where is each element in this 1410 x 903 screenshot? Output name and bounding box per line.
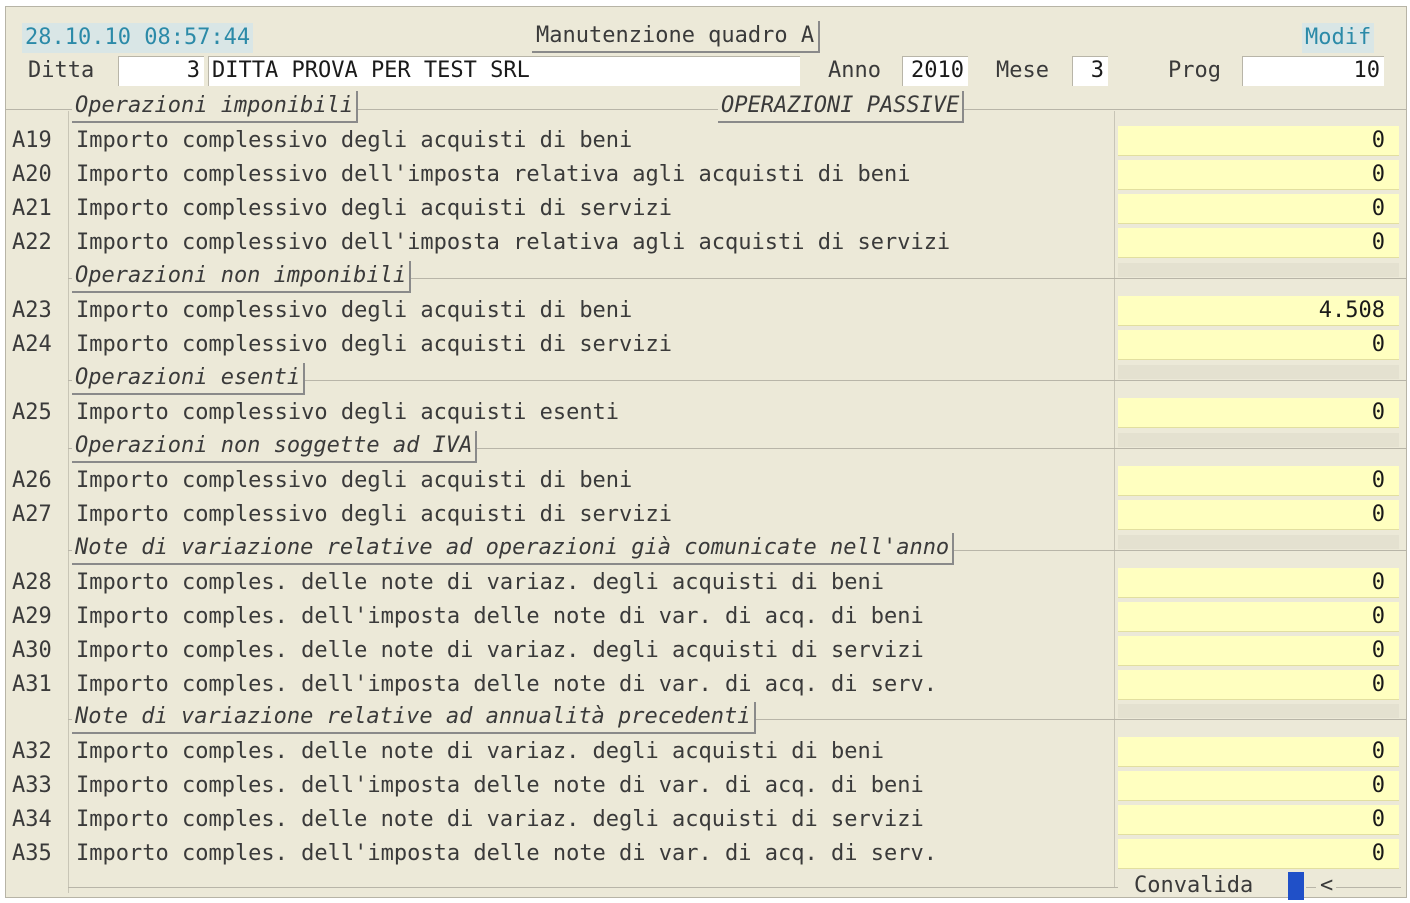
amount-field-a21[interactable]: 0 xyxy=(1118,194,1399,224)
ditta-label: Ditta xyxy=(28,58,95,83)
amount-field-a25[interactable]: 0 xyxy=(1118,398,1399,428)
row-code: A24 xyxy=(12,332,52,357)
row-description: Importo comples. dell'imposta delle note… xyxy=(76,841,937,866)
row-code: A33 xyxy=(12,773,52,798)
amount-field-a35[interactable]: 0 xyxy=(1118,839,1399,869)
row-description: Importo complessivo degli acquisti di be… xyxy=(76,468,633,493)
row-code: A19 xyxy=(12,128,52,153)
row-code: A27 xyxy=(12,502,52,527)
datetime-display: 28.10.10 08:57:44 xyxy=(22,23,254,53)
row-description: Importo complessivo degli acquisti esent… xyxy=(76,400,620,425)
row-code: A31 xyxy=(12,672,52,697)
row-description: Importo complessivo dell'imposta relativ… xyxy=(76,162,911,187)
amount-field-a24[interactable]: 0 xyxy=(1118,330,1399,360)
prog-field[interactable]: 10 xyxy=(1242,56,1384,86)
amount-field-a23[interactable]: 4.508 xyxy=(1118,296,1399,326)
group-label-non-soggette: Operazioni non soggette ad IVA xyxy=(72,431,478,463)
arrow-line xyxy=(1336,887,1401,888)
row-description: Importo complessivo degli acquisti di be… xyxy=(76,298,633,323)
code-column-divider xyxy=(68,111,69,893)
row-description: Importo comples. delle note di variaz. d… xyxy=(76,570,884,595)
row-description: Importo comples. delle note di variaz. d… xyxy=(76,807,924,832)
row-code: A21 xyxy=(12,196,52,221)
amount-field-a22[interactable]: 0 xyxy=(1118,228,1399,258)
section-title: OPERAZIONI PASSIVE xyxy=(718,91,965,123)
amount-spacer xyxy=(1118,704,1399,718)
group-label-non-imponibili: Operazioni non imponibili xyxy=(72,261,412,293)
amount-spacer xyxy=(1118,535,1399,549)
row-code: A25 xyxy=(12,400,52,425)
row-code: A26 xyxy=(12,468,52,493)
form-title: Manutenzione quadro A xyxy=(532,21,821,53)
row-description: Importo complessivo degli acquisti di se… xyxy=(76,332,673,357)
row-code: A22 xyxy=(12,230,52,255)
row-description: Importo comples. dell'imposta delle note… xyxy=(76,604,924,629)
row-code: A29 xyxy=(12,604,52,629)
mese-field[interactable]: 3 xyxy=(1072,56,1108,86)
row-code: A20 xyxy=(12,162,52,187)
amount-field-a27[interactable]: 0 xyxy=(1118,500,1399,530)
arrow-indicator-icon: < xyxy=(1320,873,1334,898)
amount-field-a34[interactable]: 0 xyxy=(1118,805,1399,835)
amount-field-a31[interactable]: 0 xyxy=(1118,670,1399,700)
row-code: A28 xyxy=(12,570,52,595)
row-description: Importo complessivo dell'imposta relativ… xyxy=(76,230,951,255)
amount-field-a32[interactable]: 0 xyxy=(1118,737,1399,767)
ditta-code-field[interactable]: 3 xyxy=(118,56,204,86)
amount-column-divider xyxy=(1114,111,1115,887)
row-description: Importo comples. dell'imposta delle note… xyxy=(76,672,937,697)
group-label-esenti: Operazioni esenti xyxy=(72,363,306,395)
row-description: Importo complessivo degli acquisti di be… xyxy=(76,128,633,153)
mese-label: Mese xyxy=(996,58,1049,83)
amount-spacer xyxy=(1118,365,1399,379)
form-window: 28.10.10 08:57:44 Manutenzione quadro A … xyxy=(5,6,1407,900)
anno-label: Anno xyxy=(828,58,881,83)
amount-field-a29[interactable]: 0 xyxy=(1118,602,1399,632)
amount-field-a28[interactable]: 0 xyxy=(1118,568,1399,598)
row-description: Importo complessivo degli acquisti di se… xyxy=(76,502,673,527)
mode-indicator: Modif xyxy=(1302,23,1375,53)
row-description: Importo comples. delle note di variaz. d… xyxy=(76,638,924,663)
row-code: A23 xyxy=(12,298,52,323)
amount-field-a33[interactable]: 0 xyxy=(1118,771,1399,801)
row-code: A35 xyxy=(12,841,52,866)
row-code: A30 xyxy=(12,638,52,663)
arrow-line xyxy=(1306,887,1316,888)
row-code: A32 xyxy=(12,739,52,764)
row-description: Importo comples. delle note di variaz. d… xyxy=(76,739,884,764)
convalida-input[interactable] xyxy=(1288,872,1304,900)
row-description: Importo comples. dell'imposta delle note… xyxy=(76,773,924,798)
row-code: A34 xyxy=(12,807,52,832)
convalida-label: Convalida xyxy=(1134,873,1254,898)
row-description: Importo complessivo degli acquisti di se… xyxy=(76,196,673,221)
amount-spacer xyxy=(1118,263,1399,277)
amount-field-a30[interactable]: 0 xyxy=(1118,636,1399,666)
amount-field-a20[interactable]: 0 xyxy=(1118,160,1399,190)
amount-field-a26[interactable]: 0 xyxy=(1118,466,1399,496)
footer-divider xyxy=(68,887,1118,888)
anno-field[interactable]: 2010 xyxy=(902,56,968,86)
group-label-note-anno: Note di variazione relative ad operazion… xyxy=(72,533,955,565)
ditta-name-field[interactable]: DITTA PROVA PER TEST SRL xyxy=(208,56,800,86)
amount-spacer xyxy=(1118,433,1399,447)
group-label-imponibili: Operazioni imponibili xyxy=(72,91,359,123)
group-label-note-precedenti: Note di variazione relative ad annualità… xyxy=(72,702,756,734)
prog-label: Prog xyxy=(1168,58,1221,83)
amount-field-a19[interactable]: 0 xyxy=(1118,126,1399,156)
